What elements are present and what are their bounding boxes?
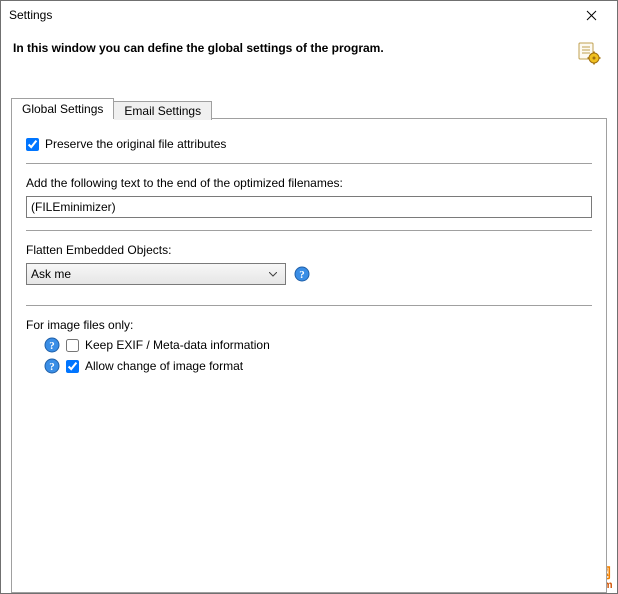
image-section-heading: For image files only:	[26, 318, 592, 332]
window-title: Settings	[9, 8, 571, 22]
settings-icon	[577, 41, 601, 65]
header-description: In this window you can define the global…	[13, 41, 577, 55]
svg-text:?: ?	[49, 340, 55, 352]
help-icon[interactable]: ?	[44, 337, 60, 353]
tab-label: Email Settings	[124, 104, 201, 118]
keep-exif-checkbox[interactable]	[66, 339, 79, 352]
suffix-label: Add the following text to the end of the…	[26, 176, 592, 190]
separator	[26, 230, 592, 231]
chevron-down-icon	[265, 272, 281, 277]
tab-label: Global Settings	[22, 102, 103, 116]
tab-global-settings[interactable]: Global Settings	[11, 98, 114, 119]
preserve-attributes-checkbox[interactable]	[26, 138, 39, 151]
svg-text:?: ?	[299, 269, 305, 281]
header: In this window you can define the global…	[1, 29, 617, 79]
svg-text:?: ?	[49, 361, 55, 373]
preserve-attributes-label: Preserve the original file attributes	[45, 137, 226, 151]
tab-body-global: Preserve the original file attributes Ad…	[11, 118, 607, 593]
allow-format-change-checkbox[interactable]	[66, 360, 79, 373]
suffix-input[interactable]	[26, 196, 592, 218]
preserve-attributes-row[interactable]: Preserve the original file attributes	[26, 137, 592, 151]
separator	[26, 163, 592, 164]
keep-exif-label: Keep EXIF / Meta-data information	[85, 338, 270, 352]
close-icon	[586, 10, 597, 21]
settings-window: Settings In this window you can define t…	[0, 0, 618, 594]
titlebar: Settings	[1, 1, 617, 29]
flatten-selected-value: Ask me	[31, 267, 265, 281]
flatten-select-row: Ask me ?	[26, 263, 592, 285]
help-icon[interactable]: ?	[294, 266, 310, 282]
window-close-button[interactable]	[571, 4, 611, 26]
flatten-label: Flatten Embedded Objects:	[26, 243, 592, 257]
keep-exif-row: ? Keep EXIF / Meta-data information	[44, 337, 592, 353]
tab-strip: Global Settings Email Settings	[11, 97, 607, 119]
help-icon[interactable]: ?	[44, 358, 60, 374]
separator	[26, 305, 592, 306]
allow-format-change-row: ? Allow change of image format	[44, 358, 592, 374]
tab-area: Global Settings Email Settings Preserve …	[11, 97, 607, 593]
flatten-select[interactable]: Ask me	[26, 263, 286, 285]
allow-format-change-label: Allow change of image format	[85, 359, 243, 373]
tab-email-settings[interactable]: Email Settings	[114, 101, 212, 120]
